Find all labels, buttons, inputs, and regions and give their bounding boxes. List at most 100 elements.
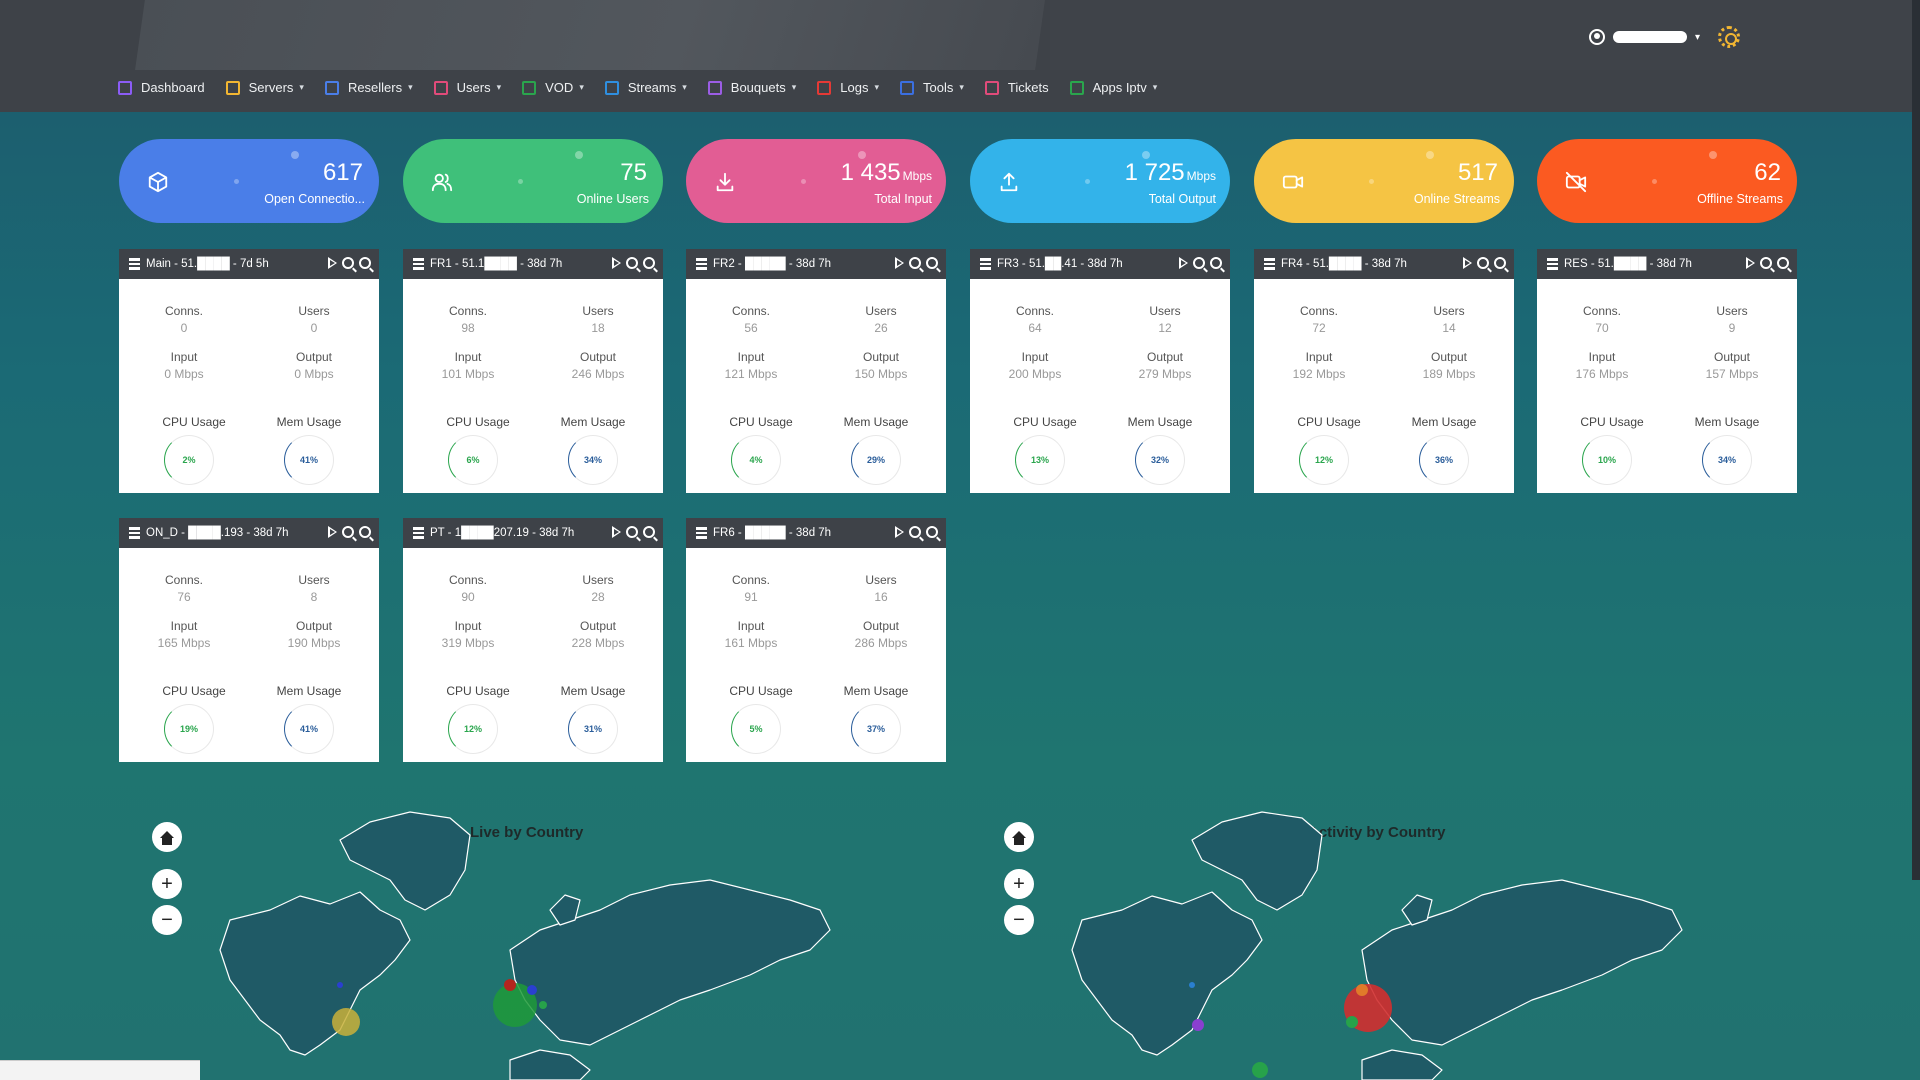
- map-zoom-out-button[interactable]: −: [1004, 905, 1034, 935]
- cpu-gauge: 5%: [731, 704, 781, 754]
- map-home-button[interactable]: [1004, 822, 1034, 852]
- cpu-gauge: 10%: [1582, 435, 1632, 485]
- stat-card[interactable]: 62 Offline Streams: [1537, 139, 1797, 223]
- server-icon: [1264, 258, 1275, 270]
- zoom-out-icon[interactable]: [1777, 257, 1789, 269]
- map-home-button[interactable]: [152, 822, 182, 852]
- stat-card[interactable]: 617 Open Connectio...: [119, 139, 379, 223]
- nav-item-tickets[interactable]: Tickets: [984, 80, 1049, 95]
- zoom-in-icon[interactable]: [342, 257, 354, 269]
- server-card: FR3 - 51.██.41 - 38d 7h Conns. 64 Users 12 In…: [970, 249, 1230, 493]
- stat-unit: Mbps: [1186, 169, 1216, 183]
- zoom-out-icon[interactable]: [926, 257, 938, 269]
- zoom-out-icon[interactable]: [926, 526, 938, 538]
- stat-card[interactable]: 1 435 Mbps Total Input: [686, 139, 946, 223]
- mem-gauge: 32%: [1135, 435, 1185, 485]
- decoration: [575, 151, 583, 159]
- gear-icon[interactable]: [1718, 26, 1740, 48]
- nav-item-apps-iptv[interactable]: Apps Iptv ▾: [1069, 80, 1157, 95]
- nav-item-users[interactable]: Users ▾: [433, 80, 501, 95]
- nav-item-bouquets[interactable]: Bouquets ▾: [707, 80, 796, 95]
- zoom-out-icon[interactable]: [359, 526, 371, 538]
- cpu-gauge: 12%: [448, 704, 498, 754]
- server-title: RES - 51.████ - 38d 7h: [1564, 258, 1692, 270]
- zoom-in-icon[interactable]: [909, 257, 921, 269]
- zoom-in-icon[interactable]: [1477, 257, 1489, 269]
- server-card-header: FR1 - 51.1████ - 38d 7h: [403, 249, 663, 279]
- metric-label: Output: [579, 619, 617, 633]
- chevron-down-icon: ▾: [1694, 31, 1700, 43]
- zoom-out-icon[interactable]: [359, 257, 371, 269]
- play-icon[interactable]: [1463, 257, 1472, 269]
- metric-cpu-label: CPU Usage: [729, 415, 793, 429]
- metric-cpu-label: CPU Usage: [162, 684, 226, 698]
- nav-item-dashboard[interactable]: Dashboard: [118, 80, 205, 95]
- play-icon[interactable]: [895, 257, 904, 269]
- nav-item-streams[interactable]: Streams ▾: [604, 80, 687, 95]
- nav-item-label: Tools: [922, 80, 954, 95]
- zoom-out-icon[interactable]: [1210, 257, 1222, 269]
- map-zoom-in-button[interactable]: +: [1004, 869, 1034, 899]
- metric-input: Input 176 Mbps: [1537, 350, 1667, 381]
- nav-item-logs[interactable]: Logs ▾: [817, 80, 879, 95]
- server-title: Main - 51.████ - 7d 5h: [146, 258, 269, 270]
- metric-label: Users: [1433, 304, 1465, 318]
- scrollbar[interactable]: [1912, 0, 1920, 880]
- server-actions: [1179, 257, 1222, 269]
- stat-card[interactable]: 1 725 Mbps Total Output: [970, 139, 1230, 223]
- nav-item-label: Logs: [840, 80, 869, 95]
- play-icon[interactable]: [328, 257, 337, 269]
- play-icon[interactable]: [328, 526, 337, 538]
- metric-label: Conns.: [1582, 304, 1622, 318]
- nav-item-tools[interactable]: Tools ▾: [899, 80, 964, 95]
- play-icon[interactable]: [1179, 257, 1188, 269]
- nav-item-resellers[interactable]: Resellers ▾: [324, 80, 413, 95]
- stat-label: Total Input: [874, 192, 932, 206]
- play-icon[interactable]: [612, 257, 621, 269]
- world-map-live[interactable]: [210, 800, 850, 1080]
- nav-item-vod[interactable]: VOD ▾: [522, 80, 584, 95]
- metric-value: 286 Mbps: [854, 636, 908, 650]
- zoom-out-icon[interactable]: [643, 257, 655, 269]
- zoom-in-icon[interactable]: [1193, 257, 1205, 269]
- metric-label: Input: [737, 619, 765, 633]
- servers-icon: [225, 80, 240, 95]
- zoom-in-icon[interactable]: [1760, 257, 1772, 269]
- tools-icon: [899, 80, 914, 95]
- metric-cpu-label: CPU Usage: [729, 684, 793, 698]
- world-map-activity[interactable]: [1062, 800, 1702, 1080]
- play-icon[interactable]: [895, 526, 904, 538]
- server-title: PT - 1████207.19 - 38d 7h: [430, 527, 575, 539]
- logs-icon: [817, 80, 832, 95]
- zoom-in-icon[interactable]: [342, 526, 354, 538]
- zoom-in-icon[interactable]: [626, 257, 638, 269]
- server-actions: [1746, 257, 1789, 269]
- metric-label: Conns.: [1299, 304, 1339, 318]
- metric-cpu-label: CPU Usage: [1013, 415, 1077, 429]
- server-card: RES - 51.████ - 38d 7h Conns. 70 Users 9 Inpu…: [1537, 249, 1797, 493]
- home-icon: [1012, 830, 1026, 845]
- server-card-header: FR3 - 51.██.41 - 38d 7h: [970, 249, 1230, 279]
- stat-card[interactable]: 517 Online Streams: [1254, 139, 1514, 223]
- play-icon[interactable]: [1746, 257, 1755, 269]
- header-decoration: [1050, 0, 1920, 70]
- cpu-gauge: 4%: [731, 435, 781, 485]
- stat-card[interactable]: 75 Online Users: [403, 139, 663, 223]
- zoom-in-icon[interactable]: [626, 526, 638, 538]
- user-name[interactable]: [1612, 31, 1687, 43]
- zoom-out-icon[interactable]: [1494, 257, 1506, 269]
- zoom-out-icon[interactable]: [643, 526, 655, 538]
- play-icon[interactable]: [612, 526, 621, 538]
- metric-cpu-label: CPU Usage: [1580, 415, 1644, 429]
- map-zoom-out-button[interactable]: −: [152, 905, 182, 935]
- zoom-in-icon[interactable]: [909, 526, 921, 538]
- map-zoom-in-button[interactable]: +: [152, 869, 182, 899]
- metric-input: Input 0 Mbps: [119, 350, 249, 381]
- server-card-header: FR4 - 51.████ - 38d 7h: [1254, 249, 1514, 279]
- metric-label: Conns.: [164, 304, 204, 318]
- nav-item-servers[interactable]: Servers ▾: [225, 80, 304, 95]
- apps-icon: [1069, 80, 1084, 95]
- metric-label: Input: [454, 619, 482, 633]
- user-menu[interactable]: ▾: [1588, 26, 1740, 48]
- metric-label: Users: [1716, 304, 1748, 318]
